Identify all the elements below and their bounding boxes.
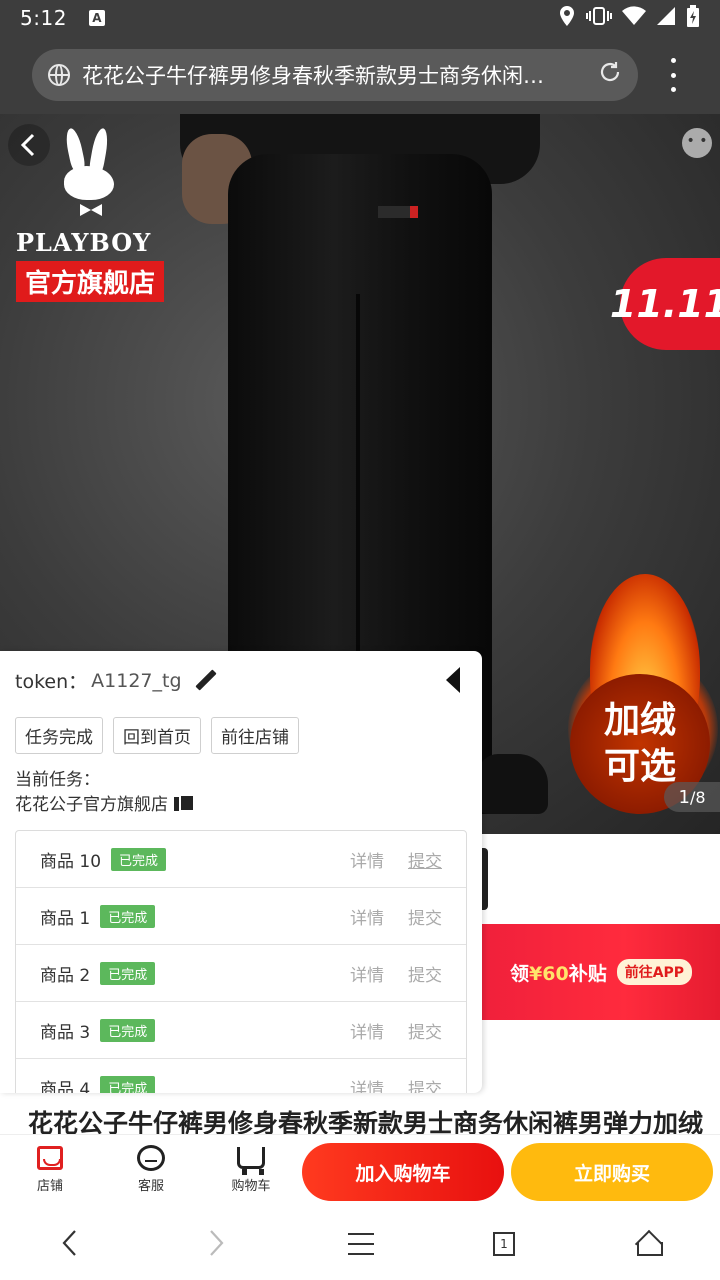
location-icon <box>558 5 576 31</box>
url-text[interactable]: 花花公子牛仔裤男修身春秋季新款男士商务休闲… <box>82 60 582 90</box>
task-row: 商品 1 已完成 详情 提交 <box>16 888 466 945</box>
address-bar[interactable]: 花花公子牛仔裤男修身春秋季新款男士商务休闲… <box>32 49 638 101</box>
status-bar: 5:12 A <box>0 0 720 36</box>
status-badge: 已完成 <box>111 847 167 871</box>
shop-icon <box>37 1146 63 1170</box>
status-icons <box>558 5 700 31</box>
browser-bottom-nav: 1 <box>0 1206 720 1280</box>
task-list: 商品 10 已完成 详情 提交 商品 1 已完成 详情 提交 商品 2 已完成 … <box>15 830 467 1093</box>
cart-nav-item[interactable]: 购物车 <box>221 1141 281 1194</box>
submit-link[interactable]: 提交 <box>408 961 442 986</box>
task-row: 商品 2 已完成 详情 提交 <box>16 945 466 1002</box>
subsidy-text: 领¥60补贴 <box>510 962 607 985</box>
task-item-name: 商品 1 <box>40 908 91 929</box>
current-task-label: 当前任务： <box>15 770 100 790</box>
shop-nav-item[interactable]: 店铺 <box>20 1141 80 1194</box>
detail-link[interactable]: 详情 <box>350 847 384 872</box>
edit-icon[interactable] <box>194 670 216 692</box>
token-value: A1127_tg <box>91 669 182 692</box>
image-counter-total: /8 <box>689 787 706 807</box>
task-item-name: 商品 2 <box>40 965 91 986</box>
open-app-button[interactable]: 前往APP <box>616 959 693 985</box>
app-subsidy-banner[interactable]: 领¥60补贴 前往APP <box>482 924 720 1020</box>
bunny-icon <box>54 127 124 228</box>
status-badge: 已完成 <box>100 1018 156 1042</box>
task-row: 商品 3 已完成 详情 提交 <box>16 1002 466 1059</box>
subsidy-amount: ¥60 <box>529 962 569 985</box>
forward-nav-icon[interactable] <box>206 1228 226 1266</box>
battery-icon <box>686 5 700 31</box>
current-task-name: 花花公子官方旗舰店 <box>15 790 195 815</box>
customer-service-icon <box>137 1145 165 1171</box>
submit-link[interactable]: 提交 <box>408 904 442 929</box>
task-done-button[interactable]: 任务完成 <box>15 717 103 754</box>
back-nav-icon[interactable] <box>60 1228 80 1266</box>
cart-label: 购物车 <box>231 1179 271 1194</box>
submit-link[interactable]: 提交 <box>408 1018 442 1043</box>
token-label: token： <box>15 671 88 693</box>
sku-thumbnail[interactable] <box>482 848 488 910</box>
task-item-name: 商品 10 <box>40 851 102 872</box>
browser-menu-icon[interactable] <box>660 58 686 92</box>
image-counter: 1 /8 <box>664 782 720 812</box>
brand-name: PLAYBOY <box>16 228 152 257</box>
brand-store-label: 官方旗舰店 <box>16 261 164 302</box>
service-label: 客服 <box>137 1179 164 1194</box>
buy-now-button[interactable]: 立即购买 <box>511 1143 713 1201</box>
submit-link[interactable]: 提交 <box>408 847 442 872</box>
current-task-store: 花花公子官方旗舰店 <box>15 795 168 815</box>
wifi-icon <box>622 6 646 30</box>
velvet-line-1: 加绒 <box>603 700 676 741</box>
double-eleven-badge: 11.11 <box>610 258 720 350</box>
purchase-action-bar: 店铺 客服 购物车 加入购物车 立即购买 <box>0 1134 720 1206</box>
globe-icon <box>48 64 70 86</box>
detail-link[interactable]: 详情 <box>350 904 384 929</box>
token-row: token： A1127_tg <box>15 667 216 694</box>
status-badge: 已完成 <box>100 1075 156 1093</box>
accessibility-icon: A <box>88 10 105 26</box>
status-badge: 已完成 <box>100 961 156 985</box>
shop-label: 店铺 <box>36 1179 63 1194</box>
go-store-button[interactable]: 前往店铺 <box>211 717 299 754</box>
task-item-name: 商品 3 <box>40 1022 91 1043</box>
task-row: 商品 10 已完成 详情 提交 <box>16 831 466 888</box>
collapse-panel-icon[interactable] <box>446 667 460 693</box>
brand-logo: PLAYBOY 官方旗舰店 <box>16 127 166 302</box>
detail-link[interactable]: 详情 <box>350 1018 384 1043</box>
tabs-icon[interactable]: 1 <box>493 1232 515 1256</box>
task-row: 商品 4 已完成 详情 提交 <box>16 1059 466 1093</box>
status-badge: 已完成 <box>100 904 156 928</box>
status-time: 5:12 <box>20 6 67 30</box>
vibrate-icon <box>586 6 612 30</box>
image-counter-current: 1 <box>678 786 690 808</box>
task-item-name: 商品 4 <box>40 1079 91 1094</box>
browser-toolbar: 花花公子牛仔裤男修身春秋季新款男士商务休闲… <box>0 36 720 114</box>
jeans-label <box>378 206 418 218</box>
detail-link[interactable]: 详情 <box>350 1075 384 1094</box>
reload-icon[interactable] <box>598 60 622 90</box>
cart-icon <box>237 1147 265 1175</box>
copy-icon[interactable] <box>174 793 195 812</box>
add-to-cart-button[interactable]: 加入购物车 <box>302 1143 504 1201</box>
home-icon[interactable] <box>636 1230 663 1256</box>
menu-icon[interactable] <box>348 1233 374 1255</box>
velvet-line-2: 可选 <box>603 746 676 787</box>
panel-button-row: 任务完成 回到首页 前往店铺 <box>15 717 299 754</box>
back-home-button[interactable]: 回到首页 <box>113 717 201 754</box>
signal-icon <box>656 6 676 30</box>
service-nav-item[interactable]: 客服 <box>121 1141 181 1194</box>
more-options-icon[interactable]: • • <box>682 128 712 158</box>
shoe-graphic <box>478 754 548 814</box>
task-panel: token： A1127_tg 任务完成 回到首页 前往店铺 当前任务： 花花公… <box>0 651 482 1093</box>
sku-thumbnail-strip[interactable] <box>482 834 720 924</box>
product-title: 花花公子牛仔裤男修身春秋季新款男士商务休闲裤男弹力加绒 <box>28 1109 704 1138</box>
detail-link[interactable]: 详情 <box>350 961 384 986</box>
submit-link[interactable]: 提交 <box>408 1075 442 1094</box>
